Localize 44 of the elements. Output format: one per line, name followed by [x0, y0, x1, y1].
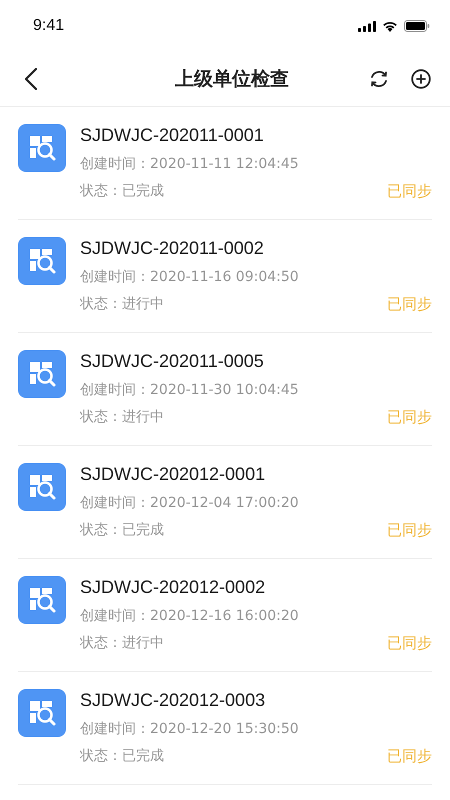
created-time: 创建时间：2020-12-16 16:00:20 — [80, 607, 300, 625]
sync-status: 已同步 — [387, 408, 432, 427]
inspection-icon — [18, 463, 66, 511]
sync-status: 已同步 — [387, 634, 432, 653]
battery-icon — [404, 20, 430, 32]
record-code: SJDWJC-202012-0003 — [80, 689, 266, 711]
created-time: 创建时间：2020-11-16 09:04:50 — [80, 268, 300, 286]
sync-status: 已同步 — [387, 182, 432, 201]
record-code: SJDWJC-202012-0001 — [80, 463, 266, 485]
add-button[interactable] — [410, 68, 432, 90]
sync-status: 已同步 — [387, 747, 432, 766]
record-item[interactable]: SJDWJC-202011-0002 创建时间：2020-11-16 09:04:50 状态：进行中 已同步 — [18, 220, 432, 333]
record-status: 状态：进行中 — [80, 634, 164, 653]
sync-status: 已同步 — [387, 295, 432, 314]
created-time: 创建时间：2020-12-20 15:30:50 — [80, 720, 300, 738]
signal-icon — [358, 20, 376, 32]
status-time: 9:41 — [33, 17, 64, 35]
record-item[interactable]: SJDWJC-202012-0003 创建时间：2020-12-20 15:30:50 状态：已完成 已同步 — [18, 672, 432, 785]
created-time: 创建时间：2020-11-11 12:04:45 — [80, 155, 300, 173]
record-code: SJDWJC-202011-0001 — [80, 124, 265, 146]
inspection-icon — [18, 237, 66, 285]
record-code: SJDWJC-202012-0002 — [80, 576, 266, 598]
record-status: 状态：已完成 — [80, 182, 164, 201]
record-item[interactable]: SJDWJC-202011-0001 创建时间：2020-11-11 12:04:45 状态：已完成 已同步 — [18, 107, 432, 220]
page-title: 上级单位检查 — [174, 67, 290, 92]
created-time: 创建时间：2020-11-30 10:04:45 — [80, 381, 300, 399]
record-status: 状态：已完成 — [80, 521, 164, 540]
inspection-icon — [18, 124, 66, 172]
record-code: SJDWJC-202011-0002 — [80, 237, 265, 259]
record-status: 状态：进行中 — [80, 295, 164, 314]
record-code: SJDWJC-202011-0005 — [80, 350, 265, 372]
created-time: 创建时间：2020-12-04 17:00:20 — [80, 494, 300, 512]
refresh-button[interactable] — [368, 68, 390, 90]
inspection-icon — [18, 689, 66, 737]
inspection-icon — [18, 576, 66, 624]
wifi-icon — [382, 20, 398, 32]
back-button[interactable] — [24, 67, 38, 91]
record-item[interactable]: SJDWJC-202011-0005 创建时间：2020-11-30 10:04:45 状态：进行中 已同步 — [18, 333, 432, 446]
record-item[interactable]: SJDWJC-202012-0002 创建时间：2020-12-16 16:00:20 状态：进行中 已同步 — [18, 559, 432, 672]
record-status: 状态：进行中 — [80, 408, 164, 427]
record-item[interactable]: SJDWJC-202012-0001 创建时间：2020-12-04 17:00:20 状态：已完成 已同步 — [18, 446, 432, 559]
inspection-icon — [18, 350, 66, 398]
sync-status: 已同步 — [387, 521, 432, 540]
record-status: 状态：已完成 — [80, 747, 164, 766]
